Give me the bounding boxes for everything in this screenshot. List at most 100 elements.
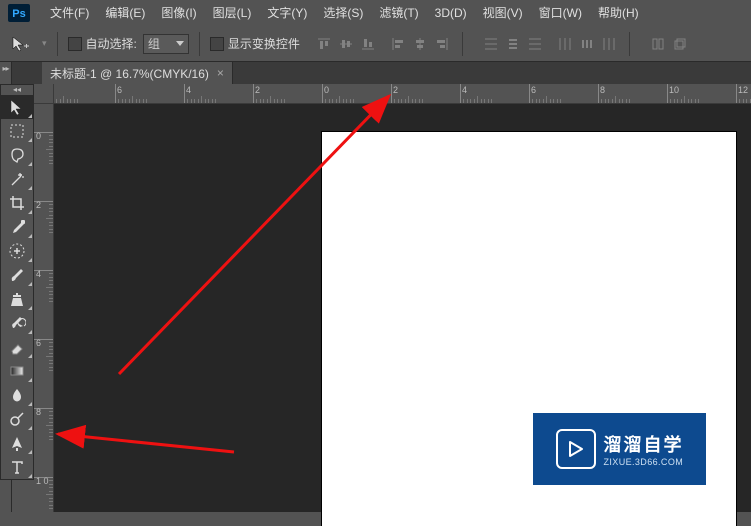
- flyout-indicator-icon: [28, 162, 32, 166]
- align-top-icon[interactable]: [314, 34, 334, 54]
- tool-brush[interactable]: [1, 263, 33, 287]
- watermark-title: 溜溜自学: [604, 431, 684, 457]
- flyout-indicator-icon: [28, 234, 32, 238]
- auto-select-checkbox[interactable]: 自动选择:: [68, 35, 137, 52]
- document-tab-bar: 未标题-1 @ 16.7%(CMYK/16) ×: [0, 62, 751, 84]
- ruler-tick-label: 12: [738, 85, 748, 95]
- ruler-tick-label: 2: [393, 85, 398, 95]
- tool-dodge[interactable]: [1, 407, 33, 431]
- distribute-bottom-icon[interactable]: [525, 34, 545, 54]
- flyout-indicator-icon: [28, 450, 32, 454]
- ruler-tick-label: 0: [36, 132, 52, 141]
- menu-1[interactable]: 编辑(E): [97, 0, 153, 26]
- document-tab-title: 未标题-1 @ 16.7%(CMYK/16): [50, 65, 209, 82]
- ruler-tick-label: 8: [600, 85, 605, 95]
- watermark-logo-icon: [556, 429, 596, 469]
- ruler-tick-label: 0: [324, 85, 329, 95]
- tool-rect-marquee[interactable]: [1, 119, 33, 143]
- separator: [57, 32, 58, 56]
- menu-4[interactable]: 文字(Y): [259, 0, 315, 26]
- align-icons-group: [314, 34, 378, 54]
- tool-history-brush[interactable]: [1, 311, 33, 335]
- flyout-indicator-icon: [28, 138, 32, 142]
- workspace: 8642024681012 024681 01 2 溜溜自学 ZIXUE.3D6…: [34, 84, 751, 512]
- current-tool-indicator[interactable]: [6, 33, 36, 55]
- flyout-indicator-icon: [28, 378, 32, 382]
- flyout-indicator-icon: [28, 186, 32, 190]
- show-transform-checkbox[interactable]: 显示变换控件: [210, 35, 300, 52]
- menubar: Ps 文件(F)编辑(E)图像(I)图层(L)文字(Y)选择(S)滤镜(T)3D…: [0, 0, 751, 26]
- watermark: 溜溜自学 ZIXUE.3D66.COM: [533, 413, 706, 485]
- align-hcenter-icon[interactable]: [410, 34, 430, 54]
- panel-grip-icon[interactable]: ◂◂: [1, 85, 33, 95]
- ps-logo: Ps: [4, 3, 34, 23]
- distribute-right-icon[interactable]: [599, 34, 619, 54]
- arrange-icons-group: [648, 34, 690, 54]
- tool-blur[interactable]: [1, 383, 33, 407]
- tool-pen[interactable]: [1, 431, 33, 455]
- tool-type[interactable]: [1, 455, 33, 479]
- tool-crop[interactable]: [1, 191, 33, 215]
- flyout-indicator-icon: [28, 114, 32, 118]
- tool-eyedropper[interactable]: [1, 215, 33, 239]
- ruler-tick-label: 6: [117, 85, 122, 95]
- ruler-tick-label: 2: [255, 85, 260, 95]
- tool-clone[interactable]: [1, 287, 33, 311]
- auto-align-icon[interactable]: [648, 34, 668, 54]
- document-tab[interactable]: 未标题-1 @ 16.7%(CMYK/16) ×: [42, 62, 233, 84]
- chevron-down-icon: [176, 41, 184, 46]
- distribute-icons-group-2: [555, 34, 619, 54]
- dropdown-value: 组: [148, 35, 160, 52]
- flyout-indicator-icon: [28, 354, 32, 358]
- separator: [629, 32, 630, 56]
- menu-10[interactable]: 帮助(H): [590, 0, 647, 26]
- flyout-indicator-icon: [28, 282, 32, 286]
- watermark-url: ZIXUE.3D66.COM: [604, 457, 684, 467]
- distribute-hcenter-icon[interactable]: [577, 34, 597, 54]
- tools-panel: ◂◂: [0, 84, 34, 480]
- auto-select-dropdown[interactable]: 组: [143, 34, 189, 54]
- ruler-tick-label: 6: [36, 339, 52, 348]
- menu-6[interactable]: 滤镜(T): [371, 0, 426, 26]
- ruler-origin[interactable]: [34, 84, 54, 104]
- flyout-indicator-icon: [28, 426, 32, 430]
- distribute-left-icon[interactable]: [555, 34, 575, 54]
- tool-gradient[interactable]: [1, 359, 33, 383]
- menu-5[interactable]: 选择(S): [315, 0, 371, 26]
- distribute-vcenter-icon[interactable]: [503, 34, 523, 54]
- menu-8[interactable]: 视图(V): [475, 0, 531, 26]
- align-bottom-icon[interactable]: [358, 34, 378, 54]
- align-right-icon[interactable]: [432, 34, 452, 54]
- menu-2[interactable]: 图像(I): [153, 0, 204, 26]
- flyout-indicator-icon: [28, 330, 32, 334]
- menu-3[interactable]: 图层(L): [205, 0, 260, 26]
- tool-lasso[interactable]: [1, 143, 33, 167]
- ruler-tick-label: 4: [36, 270, 52, 279]
- separator: [199, 32, 200, 56]
- align-left-icon[interactable]: [388, 34, 408, 54]
- menu-7[interactable]: 3D(D): [427, 0, 475, 26]
- ruler-tick-label: 1 0: [36, 477, 52, 486]
- tool-healing[interactable]: [1, 239, 33, 263]
- menu-9[interactable]: 窗口(W): [531, 0, 590, 26]
- vertical-ruler[interactable]: 024681 01 2: [34, 104, 54, 512]
- tool-eraser[interactable]: [1, 335, 33, 359]
- flyout-indicator-icon: [28, 306, 32, 310]
- show-transform-label: 显示变换控件: [228, 35, 300, 52]
- menu-0[interactable]: 文件(F): [42, 0, 97, 26]
- close-icon[interactable]: ×: [217, 66, 224, 80]
- ruler-tick-label: 10: [669, 85, 679, 95]
- align-vcenter-icon[interactable]: [336, 34, 356, 54]
- options-bar: ▾ 自动选择: 组 显示变换控件: [0, 26, 751, 62]
- ruler-tick-label: 6: [531, 85, 536, 95]
- tool-move[interactable]: [1, 95, 33, 119]
- distribute-top-icon[interactable]: [481, 34, 501, 54]
- horizontal-ruler[interactable]: 8642024681012: [54, 84, 751, 104]
- 3d-mode-icon[interactable]: [670, 34, 690, 54]
- ruler-tick-label: 8: [36, 408, 52, 417]
- tool-magic-wand[interactable]: [1, 167, 33, 191]
- flyout-indicator-icon: [28, 474, 32, 478]
- ruler-tick-label: 4: [462, 85, 467, 95]
- ruler-tick-label: 4: [186, 85, 191, 95]
- align-icons-group-2: [388, 34, 452, 54]
